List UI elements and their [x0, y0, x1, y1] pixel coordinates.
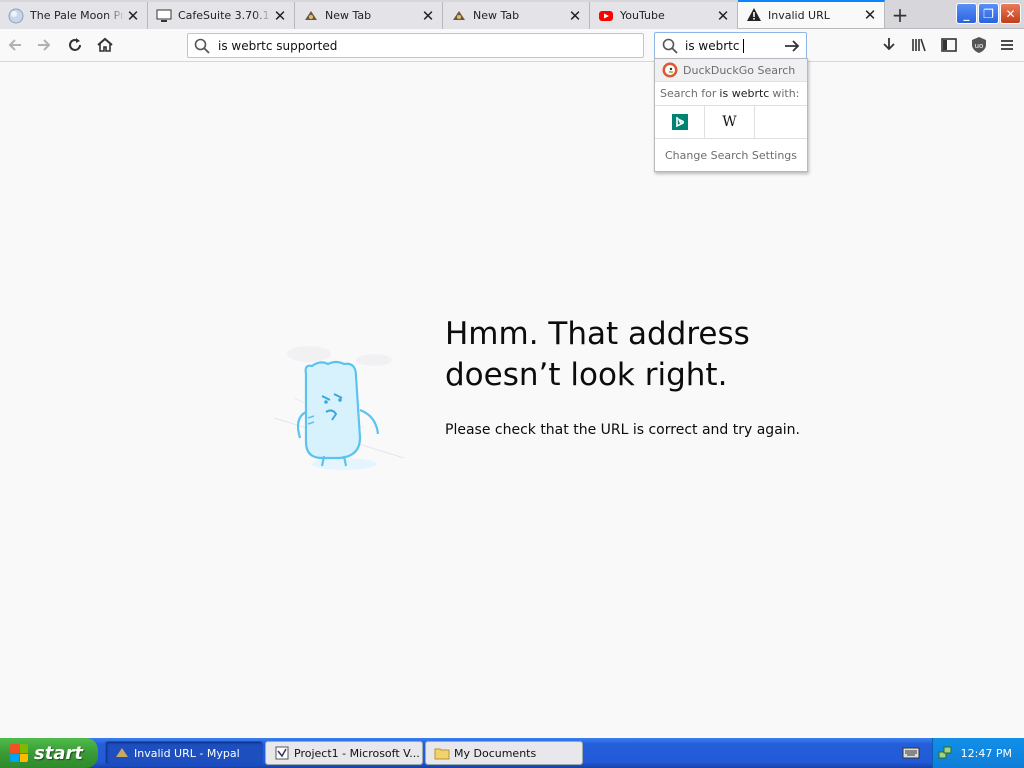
- home-icon: [97, 37, 113, 52]
- network-icon[interactable]: [937, 744, 953, 763]
- library-icon: [912, 38, 926, 52]
- error-title-line-2: doesn’t look right.: [445, 357, 728, 393]
- sidebar-icon: [941, 38, 957, 52]
- close-window-button[interactable]: ✕: [1000, 3, 1021, 24]
- back-arrow-icon: [8, 39, 21, 51]
- error-title-line-1: Hmm. That address: [445, 316, 750, 352]
- search-for-prefix: Search for: [660, 87, 717, 100]
- bing-engine-button[interactable]: [655, 105, 705, 139]
- wikipedia-icon: W: [722, 114, 737, 130]
- sidebar-button[interactable]: [938, 34, 960, 56]
- folder-icon: [434, 745, 450, 761]
- tab-strip: The Pale Moon Project ✕ CafeSuite 3.70.1…: [0, 0, 1024, 29]
- search-for-query: is webrtc: [719, 87, 770, 100]
- search-suggestions-popup: DuckDuckGo Search Search for is webrtc w…: [654, 58, 808, 172]
- taskbar-item-mypal[interactable]: Invalid URL - Mypal: [105, 741, 263, 765]
- tab-newtab-1[interactable]: New Tab ✕: [295, 2, 443, 29]
- tab-title: New Tab: [325, 9, 372, 22]
- downloads-button[interactable]: [878, 34, 900, 56]
- taskbar-item-label: Project1 - Microsoft V...: [294, 746, 420, 760]
- system-tray: 12:47 PM: [932, 738, 1024, 768]
- svg-text:uo: uo: [975, 42, 984, 50]
- close-icon[interactable]: ✕: [862, 6, 878, 24]
- clock[interactable]: 12:47 PM: [961, 747, 1012, 760]
- bing-icon: [671, 114, 688, 130]
- close-icon[interactable]: ✕: [715, 7, 731, 25]
- taskbar: start Invalid URL - Mypal Project1 - Mic…: [0, 738, 1024, 768]
- tab-title: Invalid URL: [768, 8, 830, 22]
- search-input[interactable]: is webrtc: [685, 39, 739, 53]
- search-icon: [662, 38, 678, 54]
- search-bar[interactable]: is webrtc: [654, 32, 807, 59]
- tab-youtube[interactable]: YouTube ✕: [590, 2, 738, 29]
- mypal-icon: [303, 8, 319, 24]
- menu-button[interactable]: [996, 34, 1018, 56]
- tab-invalid-url[interactable]: Invalid URL ✕: [738, 0, 885, 28]
- current-search-engine[interactable]: DuckDuckGo Search: [655, 59, 807, 82]
- visual-basic-icon: [274, 745, 290, 761]
- tab-title: CafeSuite 3.70.1: [178, 9, 270, 22]
- tab-cafesuite[interactable]: CafeSuite 3.70.1 ✕: [148, 2, 295, 29]
- url-bar[interactable]: is webrtc supported: [187, 33, 644, 58]
- forward-arrow-icon: [38, 39, 51, 51]
- restore-button[interactable]: ❐: [978, 3, 999, 24]
- taskbar-item-label: My Documents: [454, 746, 537, 760]
- error-title: Hmm. That address doesn’t look right.: [445, 314, 865, 396]
- reload-icon: [69, 38, 81, 51]
- monitor-icon: [156, 8, 172, 24]
- youtube-icon: [598, 8, 614, 24]
- error-illustration-icon: [264, 338, 410, 478]
- search-engine-name: DuckDuckGo Search: [683, 63, 796, 77]
- taskbar-item-project1[interactable]: Project1 - Microsoft V...: [265, 741, 423, 765]
- close-icon[interactable]: ✕: [125, 7, 141, 25]
- shield-icon: uo: [972, 37, 986, 53]
- hamburger-menu-icon: [1001, 40, 1013, 50]
- duckduckgo-icon: [662, 62, 678, 78]
- search-for-label: Search for is webrtc with:: [655, 82, 807, 106]
- tab-title: New Tab: [473, 9, 520, 22]
- mypal-icon: [451, 8, 467, 24]
- close-icon[interactable]: ✕: [567, 7, 583, 25]
- url-input[interactable]: is webrtc supported: [218, 39, 337, 53]
- close-icon[interactable]: ✕: [420, 7, 436, 25]
- start-label: start: [34, 742, 83, 764]
- minimize-button[interactable]: _: [956, 3, 977, 24]
- download-icon: [883, 38, 895, 51]
- tab-title: The Pale Moon Project: [30, 9, 125, 22]
- wikipedia-engine-button[interactable]: W: [705, 105, 755, 139]
- text-caret: [743, 38, 745, 53]
- tab-title: YouTube: [620, 9, 665, 22]
- close-icon[interactable]: ✕: [272, 7, 288, 25]
- forward-button[interactable]: [33, 34, 55, 56]
- windows-logo-icon: [10, 744, 28, 762]
- start-button[interactable]: start: [0, 738, 98, 768]
- one-off-engines: W: [655, 105, 807, 139]
- library-button[interactable]: [908, 34, 930, 56]
- arrow-right-icon: [785, 40, 800, 52]
- warning-icon: [746, 7, 762, 23]
- new-tab-button[interactable]: +: [888, 3, 912, 27]
- search-for-suffix: with:: [772, 87, 800, 100]
- tab-palemoon[interactable]: The Pale Moon Project ✕: [0, 2, 148, 29]
- back-button[interactable]: [4, 34, 26, 56]
- mypal-icon: [114, 745, 130, 761]
- palemoon-icon: [8, 8, 24, 24]
- reload-button[interactable]: [64, 34, 86, 56]
- navigation-toolbar: is webrtc supported is webrtc uo: [0, 29, 1024, 62]
- search-go-button[interactable]: [782, 36, 802, 56]
- error-description: Please check that the URL is correct and…: [445, 422, 800, 438]
- search-icon: [194, 38, 210, 54]
- taskbar-item-label: Invalid URL - Mypal: [134, 746, 240, 760]
- change-search-settings-button[interactable]: Change Search Settings: [655, 139, 807, 171]
- taskbar-item-my-documents[interactable]: My Documents: [425, 741, 583, 765]
- ublock-button[interactable]: uo: [968, 34, 990, 56]
- tab-newtab-2[interactable]: New Tab ✕: [443, 2, 590, 29]
- home-button[interactable]: [94, 34, 116, 56]
- keyboard-icon[interactable]: [902, 744, 920, 762]
